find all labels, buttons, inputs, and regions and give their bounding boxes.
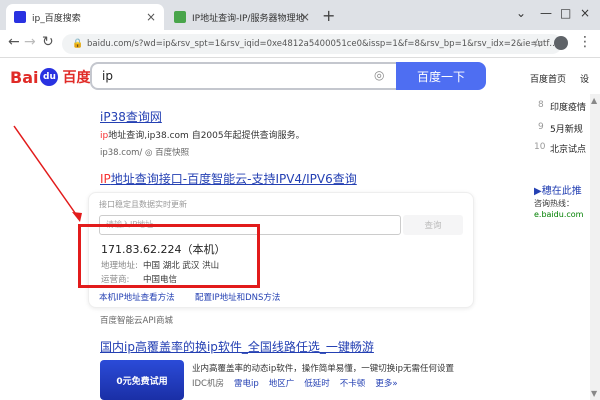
browser-tab-bar: ip_百度搜索 × IP地址查询-IP/服务器物理地址 × + ⌄ — □ ×	[0, 0, 600, 30]
camera-icon[interactable]: ◎	[374, 68, 384, 82]
url-text: baidu.com/s?wd=ip&rsv_spt=1&rsv_iqid=0xe…	[87, 39, 558, 49]
scrollbar[interactable]: ▲ ▼	[590, 94, 600, 400]
scroll-down-icon[interactable]: ▼	[591, 389, 597, 398]
result-1: iP38查询网	[100, 108, 162, 125]
search-button[interactable]: 百度一下	[396, 62, 486, 90]
hot-rank: 8	[538, 100, 544, 110]
account-icon[interactable]	[554, 36, 568, 50]
result-title[interactable]: IP地址查询接口-百度智能云-支持IPV4/IPV6查询	[100, 170, 357, 187]
card-source[interactable]: 百度智能云API商城	[100, 314, 173, 326]
bookmark-star-icon[interactable]: ☆	[532, 36, 543, 50]
result-2: IP地址查询接口-百度智能云-支持IPV4/IPV6查询	[100, 170, 357, 187]
highlight-box	[78, 224, 260, 288]
result-desc: ip地址查询,ip38.com 自2005年起提供查询服务。	[100, 128, 305, 141]
lock-icon: 🔒	[72, 39, 84, 49]
tag[interactable]: 地区广	[269, 377, 295, 389]
address-bar-row: ← → ↻ 🔒 baidu.com/s?wd=ip&rsv_spt=1&rsv_…	[0, 30, 600, 58]
close-icon[interactable]: ×	[146, 10, 156, 24]
search-query: ip	[102, 69, 113, 83]
forward-icon[interactable]: →	[24, 34, 36, 50]
tab-label: IP地址查询-IP/服务器物理地址	[192, 13, 304, 24]
url-field[interactable]: 🔒 baidu.com/s?wd=ip&rsv_spt=1&rsv_iqid=0…	[62, 34, 562, 54]
highlight: IP	[100, 172, 111, 186]
search-input[interactable]: ip	[90, 62, 396, 90]
card-notice: 接口稳定且数据实时更新	[99, 200, 187, 209]
result-desc: 业内高覆盖率的动态ip软件，操作简单易懂，一键切换ip无需任何设置	[192, 364, 455, 374]
tag[interactable]: 不卡顿	[340, 377, 366, 389]
tab-search-icon[interactable]: ⌄	[516, 6, 526, 20]
hot-rank: 10	[534, 142, 546, 152]
minimize-icon[interactable]: —	[540, 6, 552, 20]
result-title[interactable]: 国内ip高覆盖率的换ip软件_全国线路任选_一键畅游	[100, 338, 374, 355]
snapshot-link[interactable]: 百度快照	[155, 148, 189, 158]
title-text: 地址查询接口-百度智能云-支持IPV4/IPV6查询	[110, 172, 357, 186]
promo-title[interactable]: ▶穗在此推	[534, 182, 582, 197]
desc-text: 地址查询,ip38.com 自2005年起提供查询服务。	[108, 131, 305, 141]
new-tab-icon[interactable]: +	[322, 6, 335, 25]
promo-sub: 咨询热线：	[534, 199, 574, 208]
tab-label: ip_百度搜索	[32, 13, 81, 24]
query-button[interactable]: 查询	[403, 215, 463, 235]
hot-item[interactable]: 印度疫情	[550, 100, 586, 113]
result-3: 国内ip高覆盖率的换ip软件_全国线路任选_一键畅游	[100, 338, 374, 355]
menu-icon[interactable]: ⋮	[578, 34, 592, 50]
scroll-up-icon[interactable]: ▲	[591, 96, 597, 105]
baidu-header: Bai du 百度 ip ◎ 百度一下 百度首页 设	[0, 58, 600, 94]
close-icon[interactable]: ×	[300, 10, 310, 24]
ip-method-link[interactable]: 本机IP地址查看方法	[99, 291, 175, 303]
baidu-logo[interactable]: Bai du 百度	[10, 67, 90, 87]
hot-rank: 9	[538, 122, 544, 132]
settings-link[interactable]: 设	[580, 72, 589, 85]
promo-url[interactable]: e.baidu.com	[534, 210, 583, 219]
paw-icon: du	[40, 68, 59, 86]
maximize-icon[interactable]: □	[560, 6, 571, 20]
url-text[interactable]: ip38.com/	[100, 148, 142, 158]
tab-ip-query[interactable]: IP地址查询-IP/服务器物理地址 ×	[166, 4, 318, 30]
tag[interactable]: 更多»	[375, 377, 397, 389]
baidu-home-link[interactable]: 百度首页	[530, 72, 566, 85]
back-icon[interactable]: ←	[8, 34, 20, 50]
tag[interactable]: 雷电ip	[234, 377, 259, 389]
hot-item[interactable]: 5月新规	[550, 122, 583, 135]
highlight: ip	[100, 131, 109, 141]
tag[interactable]: 低延时	[304, 377, 330, 389]
result-title[interactable]: iP38查询网	[100, 108, 162, 125]
baidu-favicon	[14, 11, 26, 23]
tab-baidu-search[interactable]: ip_百度搜索 ×	[6, 4, 164, 30]
close-window-icon[interactable]: ×	[580, 6, 590, 20]
promo-banner[interactable]: 0元免费试用	[100, 360, 184, 400]
tag: IDC机房	[192, 379, 224, 389]
hot-item[interactable]: 北京试点	[550, 142, 586, 155]
result-tags: IDC机房 雷电ip 地区广 低延时 不卡顿 更多»	[192, 377, 398, 389]
result-url: ip38.com/ ◎ 百度快照	[100, 148, 190, 158]
dns-method-link[interactable]: 配置IP地址和DNS方法	[195, 291, 280, 303]
reload-icon[interactable]: ↻	[42, 34, 54, 50]
site-favicon	[174, 11, 186, 23]
